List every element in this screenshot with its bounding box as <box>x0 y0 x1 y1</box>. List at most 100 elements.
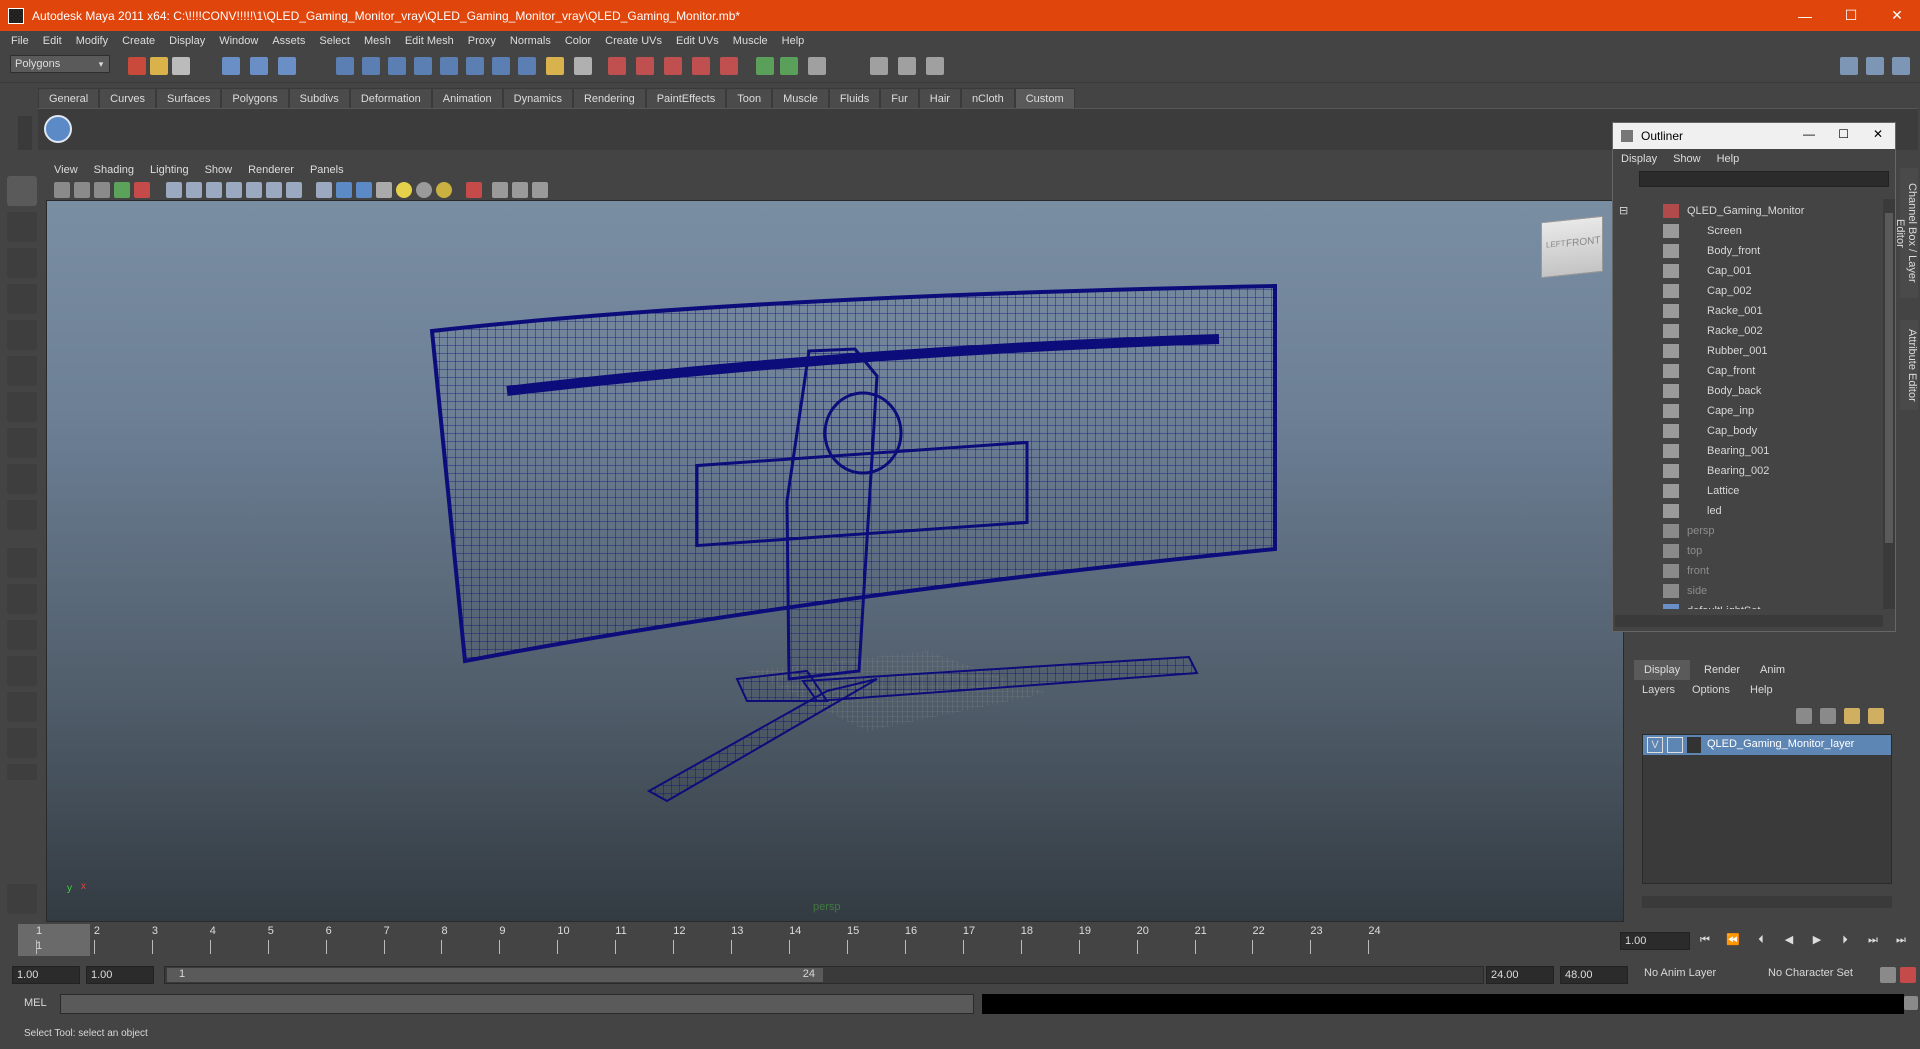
save-scene-icon[interactable] <box>172 57 190 75</box>
channel-box-tab[interactable]: Channel Box / Layer Editor <box>1894 168 1918 298</box>
tool-settings-toggle-icon[interactable] <box>870 57 888 75</box>
xray-icon[interactable] <box>492 182 508 198</box>
shelf-tab-animation[interactable]: Animation <box>431 88 503 108</box>
outliner-mesh-row[interactable]: led <box>1613 501 1881 521</box>
render-view-icon[interactable] <box>720 57 738 75</box>
viewport-menu-shading[interactable]: Shading <box>86 164 142 176</box>
snap-plane-icon[interactable] <box>414 57 432 75</box>
layouts-dropdown-icon[interactable] <box>7 764 37 780</box>
layer-color-icon[interactable] <box>1687 737 1701 753</box>
move-layer-up-icon[interactable] <box>1796 708 1812 724</box>
shelf-tab-hair[interactable]: Hair <box>918 88 961 108</box>
outliner-camera-row[interactable]: side <box>1613 581 1881 601</box>
shadows-icon[interactable] <box>436 182 452 198</box>
safe-action-icon[interactable] <box>266 182 282 198</box>
outliner-vertical-scrollbar[interactable] <box>1883 199 1895 609</box>
grid-icon[interactable] <box>166 182 182 198</box>
new-layer-from-selected-icon[interactable] <box>1868 708 1884 724</box>
layer-visibility-toggle[interactable]: V <box>1647 737 1663 753</box>
image-plane-icon[interactable] <box>114 182 130 198</box>
time-slider[interactable]: 1 1 2 3 4 5 6 7 8 9 10 11 12 13 14 15 16 17 18 19 20 21 22 23 2… <box>14 922 1628 958</box>
layer-menu-help[interactable]: Help <box>1750 684 1773 696</box>
smooth-shade-icon[interactable] <box>336 182 352 198</box>
outliner-camera-row[interactable]: persp <box>1613 521 1881 541</box>
minimize-button[interactable]: — <box>1782 0 1828 31</box>
current-time-field[interactable]: 1.00 <box>1620 932 1690 950</box>
playback-start-field[interactable]: 1.00 <box>86 966 154 984</box>
select-component-icon[interactable] <box>278 57 296 75</box>
command-input[interactable] <box>60 994 974 1014</box>
character-set-dropdown[interactable]: No Character Set <box>1768 967 1878 983</box>
xray-joints-icon[interactable] <box>512 182 528 198</box>
step-back-key-button[interactable]: ⏪ <box>1724 932 1742 948</box>
film-gate-icon[interactable] <box>186 182 202 198</box>
shelf-tab-fluids[interactable]: Fluids <box>828 88 881 108</box>
shelf-tab-general[interactable]: General <box>38 88 100 108</box>
layer-horizontal-scrollbar[interactable] <box>1642 896 1892 908</box>
shelf-options-icon[interactable] <box>18 116 32 150</box>
attribute-editor-toggle-icon[interactable] <box>808 57 826 75</box>
layer-editor-toggle-icon[interactable] <box>926 57 944 75</box>
manipulator-tool-icon[interactable] <box>7 392 37 422</box>
layer-tab-anim[interactable]: Anim <box>1750 660 1795 680</box>
gate-mask-icon[interactable] <box>226 182 242 198</box>
menu-window[interactable]: Window <box>212 35 265 47</box>
shelf-tab-custom[interactable]: Custom <box>1014 88 1075 108</box>
close-button[interactable]: ✕ <box>1874 0 1920 31</box>
command-language-label[interactable]: MEL <box>24 997 47 1009</box>
layer-display-type-toggle[interactable] <box>1667 737 1683 753</box>
select-object-icon[interactable] <box>250 57 268 75</box>
shelf-tab-fur[interactable]: Fur <box>880 88 919 108</box>
go-to-start-button[interactable]: ⏮ <box>1696 932 1714 948</box>
layout-icon[interactable] <box>1840 57 1858 75</box>
default-lighting-icon[interactable] <box>396 182 412 198</box>
resolution-gate-icon[interactable] <box>206 182 222 198</box>
outliner-mesh-row[interactable]: Cap_002 <box>1613 281 1881 301</box>
snap-curve-icon[interactable] <box>362 57 380 75</box>
outliner-root-row[interactable]: ⊟ QLED_Gaming_Monitor <box>1613 201 1881 221</box>
snap-point-icon[interactable] <box>388 57 406 75</box>
graph-layout-icon[interactable] <box>7 656 37 686</box>
outliner-mesh-row[interactable]: Screen <box>1613 221 1881 241</box>
view-cube[interactable]: LEFT FRONT <box>1541 215 1603 279</box>
outliner-horizontal-scrollbar[interactable] <box>1615 615 1883 627</box>
menu-color[interactable]: Color <box>558 35 598 47</box>
anim-layer-dropdown[interactable]: No Anim Layer <box>1644 967 1752 983</box>
outliner-mesh-row[interactable]: Cap_front <box>1613 361 1881 381</box>
shelf-tab-painteffects[interactable]: PaintEffects <box>645 88 727 108</box>
shelf-tab-polygons[interactable]: Polygons <box>221 88 289 108</box>
outliner-mesh-row[interactable]: Rubber_001 <box>1613 341 1881 361</box>
outliner-camera-row[interactable]: front <box>1613 561 1881 581</box>
animation-start-field[interactable]: 1.00 <box>12 966 80 984</box>
animation-end-field[interactable]: 48.00 <box>1560 966 1628 984</box>
go-to-end-button[interactable]: ⏭ <box>1892 932 1910 948</box>
help-icon[interactable] <box>518 57 536 75</box>
menu-set-dropdown[interactable]: Polygons ▾ <box>10 55 110 73</box>
outliner-mesh-row[interactable]: Cap_001 <box>1613 261 1881 281</box>
outliner-mesh-row[interactable]: Cape_inp <box>1613 401 1881 421</box>
play-forwards-button[interactable]: ▶ <box>1808 932 1826 948</box>
outliner-mesh-row[interactable]: Body_back <box>1613 381 1881 401</box>
last-tool-icon[interactable] <box>7 500 37 530</box>
show-manipulator-icon[interactable] <box>7 464 37 494</box>
construction-history-icon[interactable] <box>492 57 510 75</box>
layer-menu-layers[interactable]: Layers <box>1642 684 1675 696</box>
viewport-menu-show[interactable]: Show <box>197 164 241 176</box>
outliner-set-row[interactable]: defaultLightSet <box>1613 601 1881 609</box>
outliner-menu-display[interactable]: Display <box>1613 153 1665 165</box>
select-hierarchy-icon[interactable] <box>222 57 240 75</box>
field-chart-icon[interactable] <box>246 182 262 198</box>
selection-mask-icon[interactable] <box>574 57 592 75</box>
select-tool-icon[interactable] <box>7 176 37 206</box>
outliner-mesh-row[interactable]: Racke_002 <box>1613 321 1881 341</box>
paint-effects-tool-icon[interactable] <box>7 884 37 914</box>
checkmark-shelf-icon[interactable] <box>44 115 72 143</box>
collapse-toggle-icon[interactable]: ⊟ <box>1619 201 1628 221</box>
outliner-mesh-row[interactable]: Bearing_001 <box>1613 441 1881 461</box>
attribute-editor-tab[interactable]: Attribute Editor <box>1900 320 1918 410</box>
shelf-tab-deformation[interactable]: Deformation <box>349 88 432 108</box>
rotate-tool-icon[interactable] <box>7 320 37 350</box>
step-forward-key-button[interactable]: ⏭ <box>1864 932 1882 948</box>
camera-attributes-icon[interactable] <box>74 182 90 198</box>
move-tool-icon[interactable] <box>7 284 37 314</box>
